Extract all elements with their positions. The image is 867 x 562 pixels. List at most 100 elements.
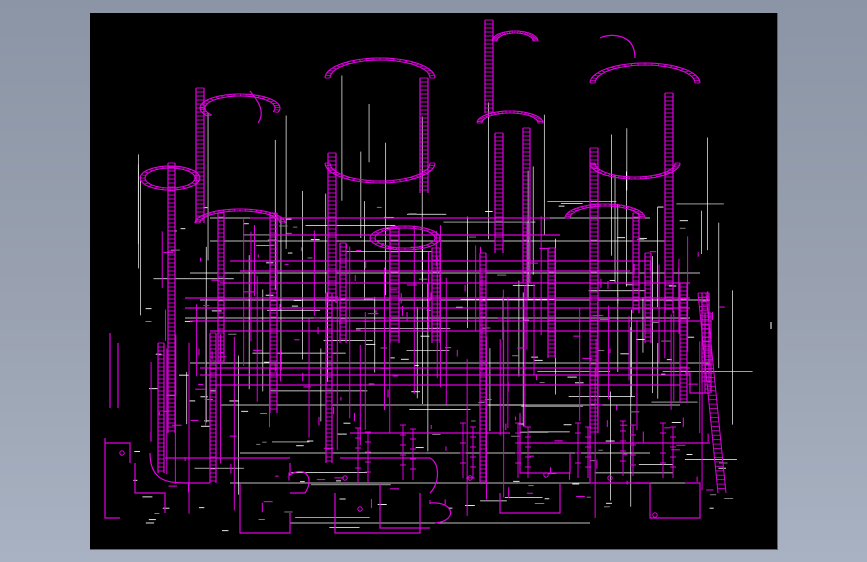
ring-hatch (593, 167, 599, 170)
pipe-loop (134, 463, 166, 513)
ring-hatch (269, 100, 275, 103)
ring-hatch (535, 118, 541, 120)
platform-ring-center-low (369, 225, 441, 251)
ring-hatch (426, 69, 431, 72)
ring-hatch (691, 74, 696, 77)
ring-hatch (430, 242, 436, 245)
pipe-column (484, 19, 494, 113)
ring-hatch (262, 96, 266, 100)
ring-hatch (567, 212, 573, 214)
ring-hatch (591, 77, 597, 79)
ring-hatch (483, 115, 488, 118)
ring-hatch (336, 173, 341, 176)
ring-hatch (573, 209, 578, 212)
ring-hatch (143, 171, 149, 174)
ring-hatch (336, 65, 341, 68)
ring-hatch (430, 231, 436, 234)
ring-hatch (187, 169, 192, 172)
instrument-bubble (607, 475, 613, 481)
pipe-loop (239, 483, 291, 534)
ring-arc (324, 162, 436, 184)
ring-hatch (143, 182, 149, 185)
ring-hatch (529, 34, 534, 37)
instrument-bubble (119, 450, 125, 456)
ring-hatch (635, 210, 640, 213)
ring-hatch (410, 176, 414, 180)
platform-ring-top (324, 57, 436, 79)
ring-hatch (374, 231, 380, 234)
platform-ring-center (476, 110, 544, 124)
ring-hatch (428, 72, 434, 74)
ring-arc (374, 227, 436, 249)
ring-hatch (496, 34, 501, 37)
pipe-column (327, 152, 337, 303)
pipe-loop (289, 463, 310, 494)
pipe-loop (340, 457, 439, 494)
ring-hatch (198, 217, 204, 219)
ring-hatch (591, 166, 597, 168)
ring-hatch (566, 213, 572, 216)
pipe-column (664, 92, 674, 313)
ring-hatch (215, 96, 219, 99)
pipe-column (157, 342, 165, 473)
ring-hatch (374, 242, 380, 245)
piping-drawing (104, 19, 772, 534)
ring-hatch (423, 67, 428, 70)
ring-hatch (329, 69, 334, 72)
ring-hatch (346, 61, 350, 65)
ring-hatch (693, 77, 699, 79)
ring-hatch (191, 171, 197, 174)
ring-hatch (605, 68, 610, 71)
ring-hatch (597, 72, 602, 75)
pipe-loop (104, 438, 131, 519)
pipe-loop (599, 34, 636, 59)
ring-hatch (529, 114, 534, 117)
ring-hatch (332, 67, 337, 70)
ring-hatch (659, 173, 663, 177)
ring-hatch (371, 240, 377, 242)
ring-arc (204, 95, 276, 116)
ring-hatch (493, 36, 499, 39)
ring-hatch (632, 209, 637, 212)
drawing-sheet[interactable] (90, 13, 778, 550)
platform-ring-mid (324, 162, 436, 184)
cad-viewport[interactable] (0, 0, 867, 562)
valve-group (515, 422, 531, 478)
ring-hatch (629, 207, 634, 210)
pipe-column (679, 282, 688, 403)
ring-hatch (494, 35, 500, 38)
ring-hatch (594, 74, 599, 77)
pipe-column (389, 227, 400, 343)
ring-hatch (673, 166, 679, 168)
ring-hatch (428, 167, 434, 169)
ring-hatch (148, 169, 153, 172)
pipe-loop (109, 333, 119, 408)
ring-hatch (537, 119, 542, 121)
ring-hatch (626, 206, 630, 209)
ring-hatch (498, 33, 503, 36)
valve-group (660, 422, 676, 478)
ring-hatch (611, 66, 615, 70)
ring-hatch (479, 118, 485, 120)
pipe-loop (334, 493, 421, 534)
ring-hatch (580, 206, 584, 209)
instrument-bubble (652, 512, 658, 518)
pipe-column (167, 162, 176, 433)
valve-group (575, 422, 591, 478)
ring-hatch (426, 229, 430, 232)
ring-hatch (526, 113, 531, 116)
ring-hatch (675, 66, 679, 70)
ring-hatch (599, 171, 604, 174)
valve-group (460, 422, 476, 478)
ring-hatch (532, 38, 538, 40)
ring-hatch (140, 180, 146, 182)
ring-hatch (140, 174, 146, 176)
ring-hatch (531, 36, 537, 39)
ring-hatch (419, 65, 424, 68)
ring-hatch (346, 176, 350, 180)
instrument-bubble (357, 506, 363, 512)
ring-hatch (272, 102, 278, 105)
platform-ring-left-top (199, 93, 281, 117)
white-linework (133, 75, 772, 532)
ring-hatch (532, 115, 537, 118)
